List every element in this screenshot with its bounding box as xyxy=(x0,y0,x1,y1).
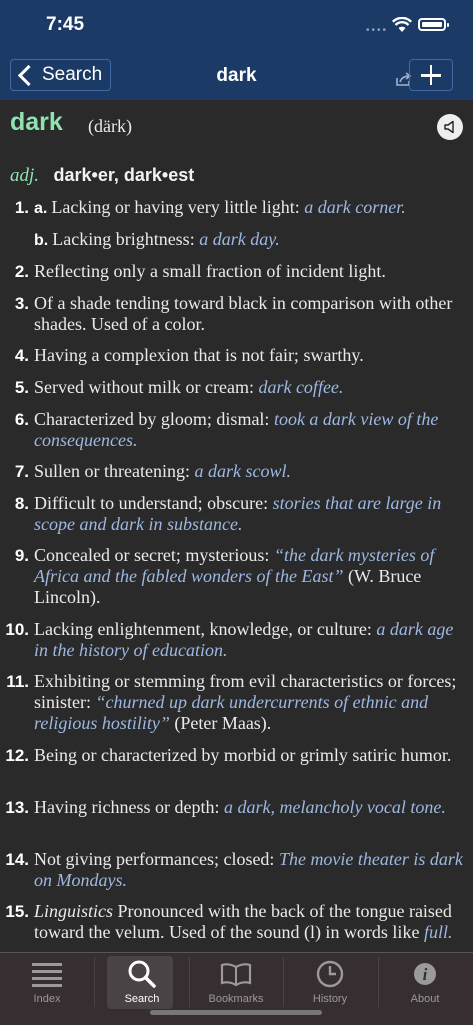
wifi-icon xyxy=(392,17,412,32)
speaker-icon xyxy=(444,120,454,134)
example-text: a dark day. xyxy=(199,229,280,249)
definition-item: 15. Linguistics Pronounced with the back … xyxy=(5,901,466,943)
part-of-speech-line: adj. dark•er, dark•est xyxy=(10,165,194,187)
definition-text: Difficult to understand; obscure: xyxy=(34,493,273,513)
definition-number: 11. xyxy=(6,672,29,691)
definition-item: 1. a. Lacking or having very little light… xyxy=(15,197,466,219)
definition-text: Not giving performances; closed: xyxy=(34,849,279,869)
nav-bar: Search dark xyxy=(0,52,473,100)
definition-number: 9. xyxy=(14,546,29,565)
definition-item: 7. Sullen or threatening: a dark scowl. xyxy=(15,461,466,482)
tab-label: Bookmarks xyxy=(208,993,264,1005)
definition-number: 1. xyxy=(14,198,29,217)
definition-text: Having a complexion that is not fair; sw… xyxy=(34,345,364,365)
example-text: a dark scowl. xyxy=(194,461,291,481)
definition-text: Of a shade tending toward black in compa… xyxy=(34,293,453,334)
entry-content[interactable]: dark (därk) adj. dark•er, dark•est 1. a.… xyxy=(0,100,473,952)
definition-number: 6. xyxy=(14,410,29,429)
subsense-letter: b. xyxy=(34,232,49,249)
definition-number: 3. xyxy=(14,294,29,313)
tab-index[interactable]: Index xyxy=(0,953,94,1011)
example-text: dark coffee. xyxy=(258,377,344,397)
definition-item: 14. Not giving performances; closed: The … xyxy=(5,849,466,891)
status-bar: 7:45 •••• xyxy=(0,0,473,52)
definition-number: 5. xyxy=(14,378,29,397)
definition-text: Lacking or having very little light: xyxy=(51,197,305,217)
definition-text: Served without milk or cream: xyxy=(34,377,259,397)
definition-item: 3. Of a shade tending toward black in com… xyxy=(15,293,466,335)
citation-text: (Peter Maas). xyxy=(169,713,272,733)
battery-icon xyxy=(418,18,449,31)
home-indicator xyxy=(150,1010,322,1015)
definition-item: 6. Characterized by gloom; dismal: took a… xyxy=(15,409,466,451)
definition-number: 13. xyxy=(5,798,29,817)
definition-number: 14. xyxy=(5,850,29,869)
tab-label: Index xyxy=(33,993,61,1005)
add-bookmark-button[interactable] xyxy=(409,59,453,91)
signal-dots-icon: •••• xyxy=(366,25,389,36)
definition-number: 15. xyxy=(5,902,29,921)
definition-item: 10. Lacking enlightenment, knowledge, or … xyxy=(5,619,466,661)
definition-item: 9. Concealed or secret; mysterious: “the … xyxy=(15,545,466,608)
tab-bookmarks[interactable]: Bookmarks xyxy=(189,953,283,1011)
tab-label: History xyxy=(312,993,348,1005)
tab-label: Search xyxy=(124,993,160,1005)
svg-text:i: i xyxy=(423,965,428,984)
pronunciation: (därk) xyxy=(88,116,132,136)
subsense-letter: a. xyxy=(34,200,48,217)
definition-text: Characterized by gloom; dismal: xyxy=(34,409,274,429)
play-audio-button[interactable] xyxy=(437,114,463,140)
definition-item: 8. Difficult to understand; obscure: stor… xyxy=(15,493,466,535)
definition-text: Lacking enlightenment, knowledge, or cul… xyxy=(34,619,377,639)
definition-text: Lacking brightness: xyxy=(52,229,200,249)
definition-text: Sullen or threatening: xyxy=(34,461,195,481)
example-text: a dark, melancholy vocal tone. xyxy=(223,797,446,817)
definition-item: 5. Served without milk or cream: dark cof… xyxy=(15,377,466,398)
history-icon xyxy=(316,960,344,988)
part-of-speech: adj. xyxy=(10,165,40,186)
definition-item: 13. Having richness or depth: a dark, mel… xyxy=(5,797,466,818)
tab-history[interactable]: History xyxy=(283,953,377,1011)
index-icon xyxy=(32,963,62,987)
definition-number: 4. xyxy=(14,346,29,365)
definition-text: Concealed or secret; mysterious: xyxy=(34,545,274,565)
definition-text: Being or characterized by morbid or grim… xyxy=(34,745,452,765)
status-time: 7:45 xyxy=(46,14,85,35)
definition-number: 7. xyxy=(14,462,29,481)
definition-text: Having richness or depth: xyxy=(34,797,224,817)
about-icon: i xyxy=(414,963,436,985)
definition-number: 2. xyxy=(14,262,29,281)
search-icon xyxy=(128,960,156,988)
definition-item: 4. Having a complexion that is not fair; … xyxy=(15,345,466,366)
inflected-forms: dark•er, dark•est xyxy=(53,165,195,185)
tab-search[interactable]: Search xyxy=(95,953,189,1011)
definition-item: 12. Being or characterized by morbid or g… xyxy=(5,745,466,766)
subject-label: Linguistics xyxy=(34,901,114,921)
definition-item: b. Lacking brightness: a dark day. xyxy=(34,229,466,251)
definition-number: 10. xyxy=(5,620,29,639)
definition-number: 12. xyxy=(5,746,29,765)
tab-about[interactable]: i About xyxy=(378,953,472,1011)
tab-label: About xyxy=(410,993,440,1005)
definition-number: 8. xyxy=(14,494,29,513)
headword: dark xyxy=(10,108,63,136)
example-text: a dark corner. xyxy=(304,197,406,217)
definition-item: 2. Reflecting only a small fraction of in… xyxy=(15,261,466,282)
bookmarks-icon xyxy=(220,963,252,987)
definition-item: 11. Exhibiting or stemming from evil char… xyxy=(6,671,466,734)
example-text: full. xyxy=(423,922,453,942)
definition-text: Reflecting only a small fraction of inci… xyxy=(34,261,386,281)
